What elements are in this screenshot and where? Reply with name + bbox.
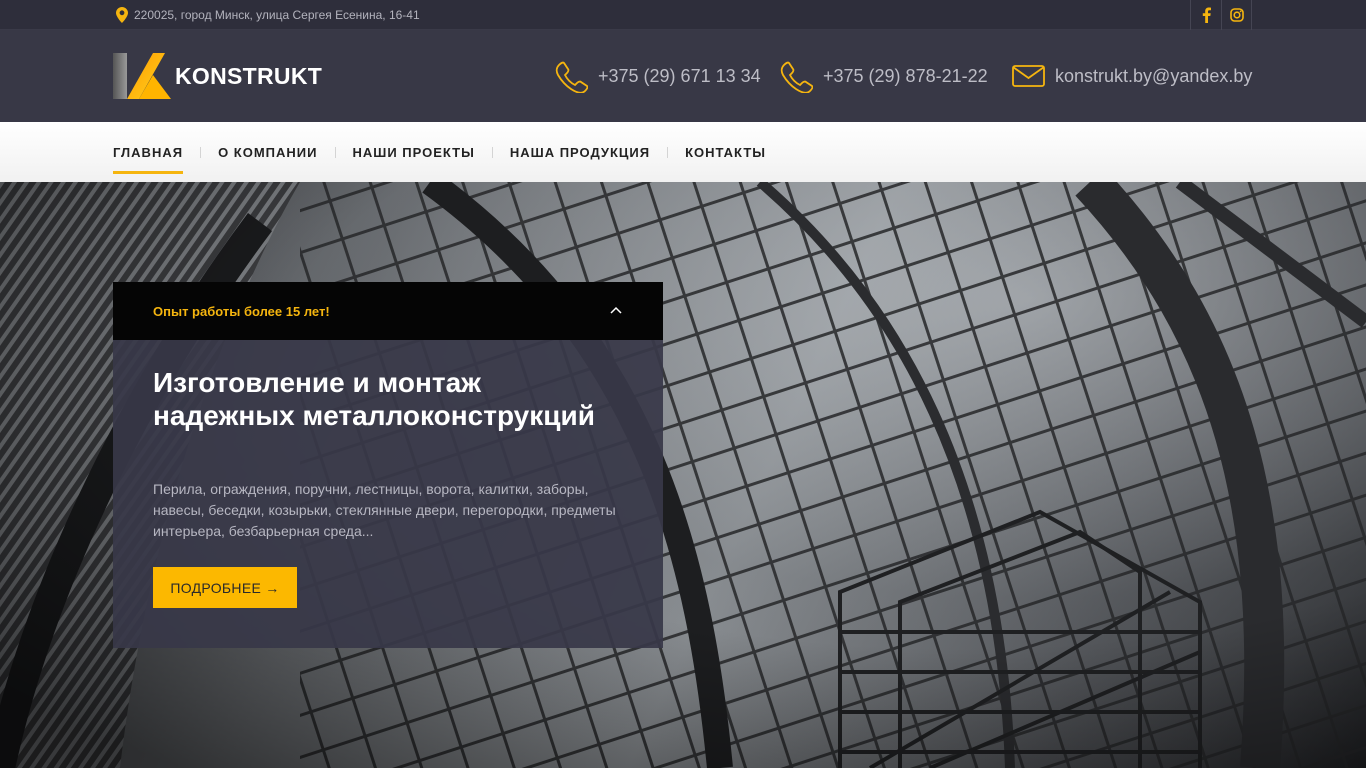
- phone-1-text: +375 (29) 671 13 34: [598, 65, 761, 86]
- email-text: konstrukt.by@yandex.by: [1055, 65, 1253, 86]
- slide-tab[interactable]: Опыт работы более 15 лет!: [113, 282, 663, 340]
- social-links: [1190, 0, 1252, 30]
- email[interactable]: konstrukt.by@yandex.by: [1012, 59, 1252, 93]
- main-nav: ГЛАВНАЯ О КОМПАНИИ НАШИ ПРОЕКТЫ НАША ПРО…: [0, 122, 1366, 182]
- logo-text: KONSTRUKT: [175, 62, 323, 89]
- phone-icon: [780, 61, 813, 93]
- map-pin-icon: [116, 7, 128, 23]
- address: 220025, город Минск, улица Сергея Есенин…: [116, 7, 420, 23]
- address-text: 220025, город Минск, улица Сергея Есенин…: [134, 8, 420, 22]
- nav-item-products[interactable]: НАША ПРОДУКЦИЯ: [475, 122, 650, 182]
- nav-item-home[interactable]: ГЛАВНАЯ: [113, 122, 184, 182]
- logo[interactable]: KONSTRUKT: [113, 53, 322, 99]
- slide-content: Изготовление и монтаж надежных металлоко…: [113, 340, 663, 648]
- logo-mark-icon: [113, 53, 171, 99]
- hero-title: Изготовление и монтаж надежных металлоко…: [153, 367, 595, 431]
- phone-2-text: +375 (29) 878-21-22: [823, 65, 988, 86]
- chevron-up-icon[interactable]: [610, 305, 622, 317]
- nav-item-label: НАШИ ПРОЕКТЫ: [352, 144, 475, 160]
- top-bar: 220025, город Минск, улица Сергея Есенин…: [0, 0, 1366, 30]
- nav-item-about[interactable]: О КОМПАНИИ: [183, 122, 317, 182]
- site-header: KONSTRUKT +375 (29) 671 13 34 +375 (29) …: [0, 30, 1366, 122]
- nav-divider: [667, 146, 669, 158]
- nav-item-contacts[interactable]: КОНТАКТЫ: [650, 122, 766, 182]
- phone-icon: [555, 61, 588, 93]
- more-button[interactable]: ПОДРОБНЕЕ →: [153, 567, 297, 608]
- nav-item-label: ГЛАВНАЯ: [113, 144, 184, 174]
- instagram-icon: [1229, 8, 1244, 22]
- nav-item-label: НАША ПРОДУКЦИЯ: [509, 144, 651, 160]
- hero-description: Перила, ограждения, поручни, лестницы, в…: [153, 481, 616, 539]
- instagram-link[interactable]: [1221, 0, 1252, 30]
- phone-1[interactable]: +375 (29) 671 13 34: [555, 59, 761, 93]
- nav-divider: [334, 146, 336, 158]
- nav-divider: [200, 146, 202, 158]
- slide-tagline: Опыт работы более 15 лет!: [153, 304, 330, 319]
- nav-item-projects[interactable]: НАШИ ПРОЕКТЫ: [318, 122, 475, 182]
- nav-divider: [491, 146, 493, 158]
- envelope-icon: [1012, 65, 1045, 87]
- phone-2[interactable]: +375 (29) 878-21-22: [780, 59, 988, 93]
- facebook-icon: [1202, 7, 1211, 23]
- nav-item-label: О КОМПАНИИ: [218, 144, 318, 160]
- facebook-link[interactable]: [1190, 0, 1221, 30]
- nav-item-label: КОНТАКТЫ: [685, 144, 766, 160]
